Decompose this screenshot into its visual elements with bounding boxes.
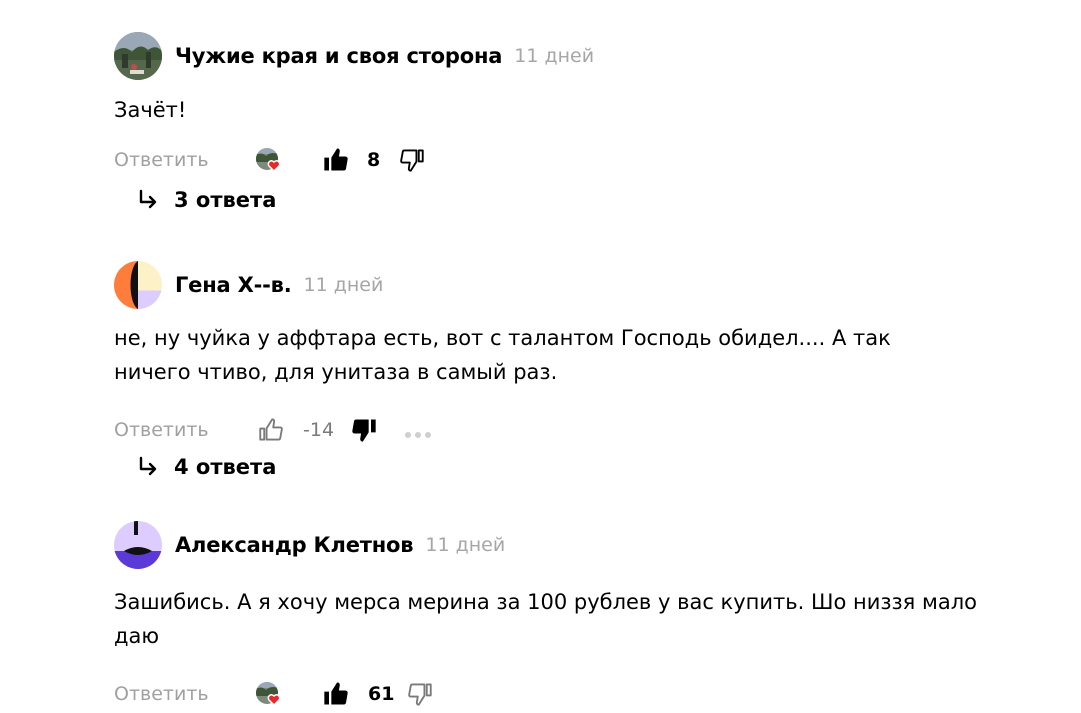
author-liked-badge	[254, 680, 282, 708]
comment: Гена Х--в. 11 дней не, ну чуйка у аффтар…	[114, 261, 1014, 479]
comment-header: Чужие края и своя сторона 11 дней	[114, 32, 1014, 80]
author-name[interactable]: Чужие края и своя сторона	[175, 44, 502, 68]
comment-actions: Ответить 61	[114, 674, 1014, 713]
thumbs-down-icon[interactable]	[398, 146, 426, 174]
replies-count-label[interactable]: 3 ответа	[174, 188, 276, 212]
comment: Чужие края и своя сторона 11 дней Зачёт!…	[114, 32, 1014, 212]
comment-date: 11 дней	[303, 274, 384, 296]
thumbs-up-icon[interactable]	[322, 680, 350, 708]
replies-count-label[interactable]: 4 ответа	[174, 455, 276, 479]
thumbs-down-icon[interactable]	[350, 416, 378, 444]
author-name[interactable]: Гена Х--в.	[175, 273, 292, 297]
comment-date: 11 дней	[425, 534, 506, 556]
comment-actions: Ответить -14	[114, 410, 1014, 450]
author-liked-badge	[254, 146, 282, 174]
show-replies-button[interactable]: 3 ответа	[136, 188, 276, 212]
avatar[interactable]	[114, 32, 162, 80]
more-dots-icon[interactable]	[404, 425, 432, 438]
thumbs-down-icon[interactable]	[406, 680, 434, 708]
author-name[interactable]: Александр Клетнов	[175, 533, 414, 557]
reply-button[interactable]: Ответить	[114, 419, 209, 441]
comments-feed: Чужие края и своя сторона 11 дней Зачёт!…	[0, 0, 1081, 713]
comment-text: Зашибись. А я хочу мерса мерина за 100 р…	[114, 590, 984, 648]
thumbs-up-icon[interactable]	[257, 416, 285, 444]
comment-date: 11 дней	[514, 45, 595, 67]
comment-actions: Ответить 8	[114, 140, 1014, 180]
thumbs-up-icon[interactable]	[322, 146, 350, 174]
comment-header: Александр Клетнов 11 дней	[114, 521, 1014, 569]
comment-text: Зачёт!	[114, 98, 187, 122]
comment: Александр Клетнов 11 дней Зашибись. А я …	[114, 521, 1014, 713]
comment-header: Гена Х--в. 11 дней	[114, 261, 1014, 309]
reply-button[interactable]: Ответить	[114, 149, 209, 171]
avatar[interactable]	[114, 521, 162, 569]
like-count: 61	[368, 683, 395, 705]
like-count: -14	[303, 419, 335, 441]
like-count: 8	[367, 149, 381, 171]
reply-arrow-icon	[139, 456, 157, 476]
avatar[interactable]	[114, 261, 162, 309]
reply-arrow-icon	[139, 189, 157, 209]
show-replies-button[interactable]: 4 ответа	[136, 455, 276, 479]
comment-text: не, ну чуйка у аффтара есть, вот с талан…	[114, 326, 898, 384]
reply-button[interactable]: Ответить	[114, 683, 209, 705]
